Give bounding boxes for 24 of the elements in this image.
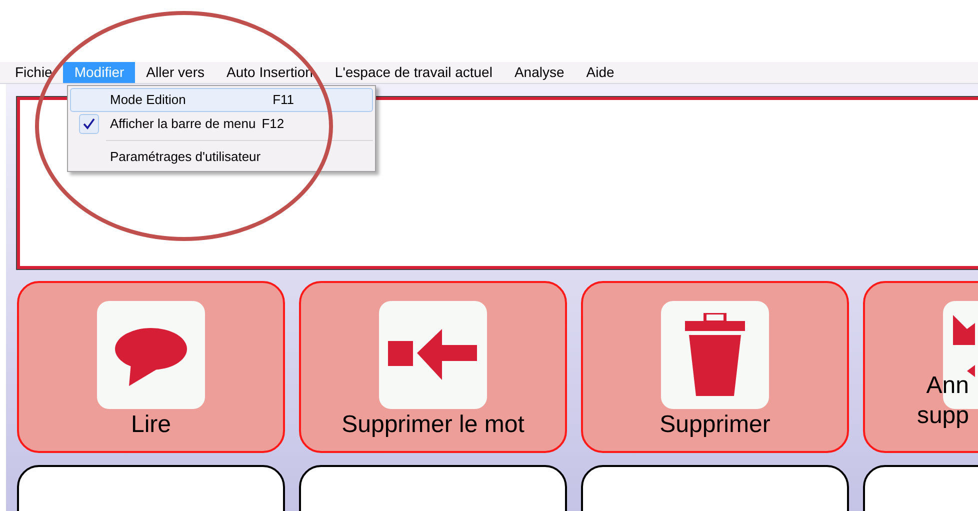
empty-tile[interactable] [299,465,567,511]
menu-item[interactable]: L'espace de travail actuel [324,62,504,83]
action-tile[interactable]: Lire [17,281,285,453]
menu-item[interactable]: Fichie [4,62,64,83]
tile-label: Ann [926,371,969,401]
empty-tile[interactable] [581,465,849,511]
checkmark-icon [79,114,99,134]
menu-item[interactable]: Aller vers [135,62,216,83]
tile-label: Lire [130,411,172,439]
tile-label: Supprimer le mot [342,411,524,439]
menu-item[interactable]: Analyse [503,62,576,83]
action-tile[interactable]: Supprimer [581,281,849,453]
action-tile[interactable]: Ann supp [863,281,978,453]
menu-option[interactable]: Mode Edition F11 [70,88,373,112]
menu-item[interactable]: Auto Insertion [216,62,324,83]
trash-can-icon [685,313,745,397]
action-tile[interactable]: Supprimer le mot [299,281,567,453]
tile-label: supp [916,401,969,431]
menu-item[interactable]: Aide [575,62,626,83]
backspace-icon [388,328,478,382]
menu-option[interactable]: Afficher la barre de menu F12 [70,112,373,136]
empty-tile[interactable] [17,465,285,511]
tile-label: Supprimer [660,411,770,439]
menu-option[interactable]: Paramétrages d'utilisateur [70,145,373,169]
